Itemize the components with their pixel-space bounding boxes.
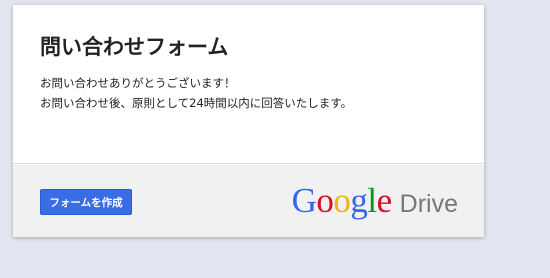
form-header: 問い合わせフォーム お問い合わせありがとうございます！ お問い合わせ後、原則とし… [13, 5, 484, 164]
page-title: 問い合わせフォーム [40, 35, 229, 59]
logo-letter: o [333, 181, 351, 220]
drive-wordmark: Drive [399, 190, 458, 218]
form-card: 問い合わせフォーム お問い合わせありがとうございます！ お問い合わせ後、原則とし… [13, 5, 484, 237]
logo-letter: o [316, 181, 334, 220]
google-wordmark: Google [291, 181, 393, 221]
logo-letter: g [350, 181, 368, 220]
logo-letter: e [376, 181, 393, 220]
logo-letter: G [291, 181, 317, 220]
description-line-2: お問い合わせ後、原則として24時間以内に回答いたします。 [40, 96, 353, 110]
form-description: お問い合わせありがとうございます！ お問い合わせ後、原則として24時間以内に回答… [40, 73, 484, 113]
create-form-button[interactable]: フォームを作成 [40, 189, 132, 215]
google-drive-logo: Google Drive [292, 181, 458, 221]
logo-letter: l [367, 181, 377, 220]
description-line-1: お問い合わせありがとうございます！ [40, 76, 236, 90]
form-footer: フォームを作成 Google Drive [13, 165, 484, 237]
